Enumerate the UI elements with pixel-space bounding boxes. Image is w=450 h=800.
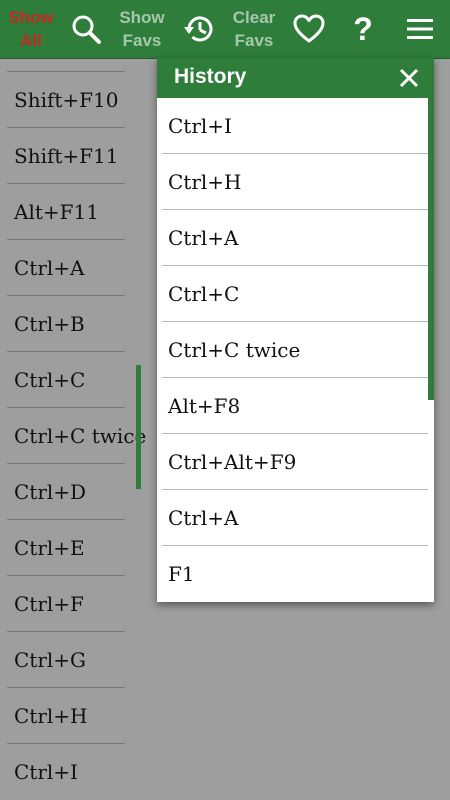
history-item[interactable]: Ctrl+C (162, 266, 428, 322)
list-item-partial (7, 58, 125, 72)
show-favs-label: Show Favs (119, 8, 165, 50)
list-item[interactable]: Alt+F11 (7, 184, 125, 240)
list-item[interactable]: Shift+F11 (7, 128, 125, 184)
list-item-label: Ctrl+H (14, 703, 88, 728)
list-item[interactable]: Ctrl+D (7, 464, 125, 520)
history-item[interactable]: Ctrl+A (162, 210, 428, 266)
list-item[interactable]: Ctrl+I (7, 744, 125, 800)
history-item-label: Ctrl+H (168, 169, 242, 194)
list-item-label: Ctrl+A (14, 255, 85, 280)
history-scrollbar[interactable] (428, 98, 434, 400)
list-item[interactable]: Ctrl+C twice (7, 408, 146, 464)
list-item-label: Shift+F11 (14, 143, 119, 168)
history-item[interactable]: F1 (162, 546, 428, 602)
help-button[interactable]: ? (342, 0, 384, 58)
list-scrollbar[interactable] (136, 365, 141, 489)
list-item-label: Alt+F11 (14, 199, 99, 224)
list-item-label: Ctrl+D (14, 479, 87, 504)
history-item[interactable]: Ctrl+A (162, 490, 428, 546)
history-item[interactable]: Ctrl+C twice (162, 322, 428, 378)
heart-icon (293, 14, 325, 44)
list-item-label: Ctrl+E (14, 535, 85, 560)
show-all-label: Show All (8, 8, 54, 50)
history-icon (181, 13, 215, 45)
history-item-label: Ctrl+A (168, 225, 239, 250)
history-item-label: Ctrl+Alt+F9 (168, 449, 297, 474)
history-item[interactable]: Ctrl+H (162, 154, 428, 210)
show-all-button[interactable]: Show All (2, 0, 60, 58)
show-favs-button[interactable]: Show Favs (112, 0, 172, 58)
list-item[interactable]: Ctrl+H (7, 688, 125, 744)
list-item[interactable]: Ctrl+F (7, 576, 125, 632)
list-item-label: Ctrl+G (14, 647, 87, 672)
search-button[interactable] (64, 0, 108, 58)
list-item[interactable]: Ctrl+C (7, 352, 125, 408)
favorites-button[interactable] (288, 0, 330, 58)
history-item[interactable]: Alt+F8 (162, 378, 428, 434)
list-item[interactable]: Ctrl+A (7, 240, 125, 296)
close-icon (398, 68, 420, 93)
clear-favs-label: Clear Favs (232, 8, 276, 50)
clear-favs-button[interactable]: Clear Favs (223, 0, 285, 58)
dialog-title: History (174, 65, 247, 88)
history-item-label: Ctrl+C (168, 281, 240, 306)
list-item[interactable]: Ctrl+B (7, 296, 125, 352)
shortcut-list: Shift+F10 Shift+F11 Alt+F11 Ctrl+A Ctrl+… (7, 58, 146, 800)
list-item[interactable]: Ctrl+G (7, 632, 125, 688)
close-button[interactable] (398, 67, 420, 89)
history-list: Ctrl+I Ctrl+H Ctrl+A Ctrl+C Ctrl+C twice… (162, 98, 428, 602)
history-item-label: Ctrl+C twice (168, 337, 301, 362)
list-item[interactable]: Shift+F10 (7, 72, 125, 128)
list-item[interactable]: Ctrl+E (7, 520, 125, 576)
list-item-label: Shift+F10 (14, 87, 119, 112)
history-item[interactable]: Ctrl+I (162, 98, 428, 154)
top-toolbar: Show All Show Favs Clear Favs ? (0, 0, 450, 59)
list-item-label: Ctrl+F (14, 591, 84, 616)
list-item-label: Ctrl+B (14, 311, 85, 336)
history-item-label: F1 (168, 562, 195, 586)
history-item[interactable]: Ctrl+Alt+F9 (162, 434, 428, 490)
history-button[interactable] (176, 0, 220, 58)
history-dialog: History Ctrl+I Ctrl+H Ctrl+A Ctrl+C Ctrl… (157, 58, 434, 602)
list-item-label: Ctrl+C (14, 367, 86, 392)
history-item-label: Ctrl+A (168, 505, 239, 530)
history-item-label: Ctrl+I (168, 113, 232, 138)
list-item-label: Ctrl+I (14, 760, 78, 784)
history-item-label: Alt+F8 (168, 393, 241, 418)
menu-button[interactable] (398, 0, 442, 58)
dialog-header: History (157, 58, 434, 98)
list-item-label: Ctrl+C twice (14, 423, 147, 448)
menu-icon (406, 18, 434, 40)
search-icon (70, 13, 102, 45)
help-icon: ? (353, 11, 373, 47)
